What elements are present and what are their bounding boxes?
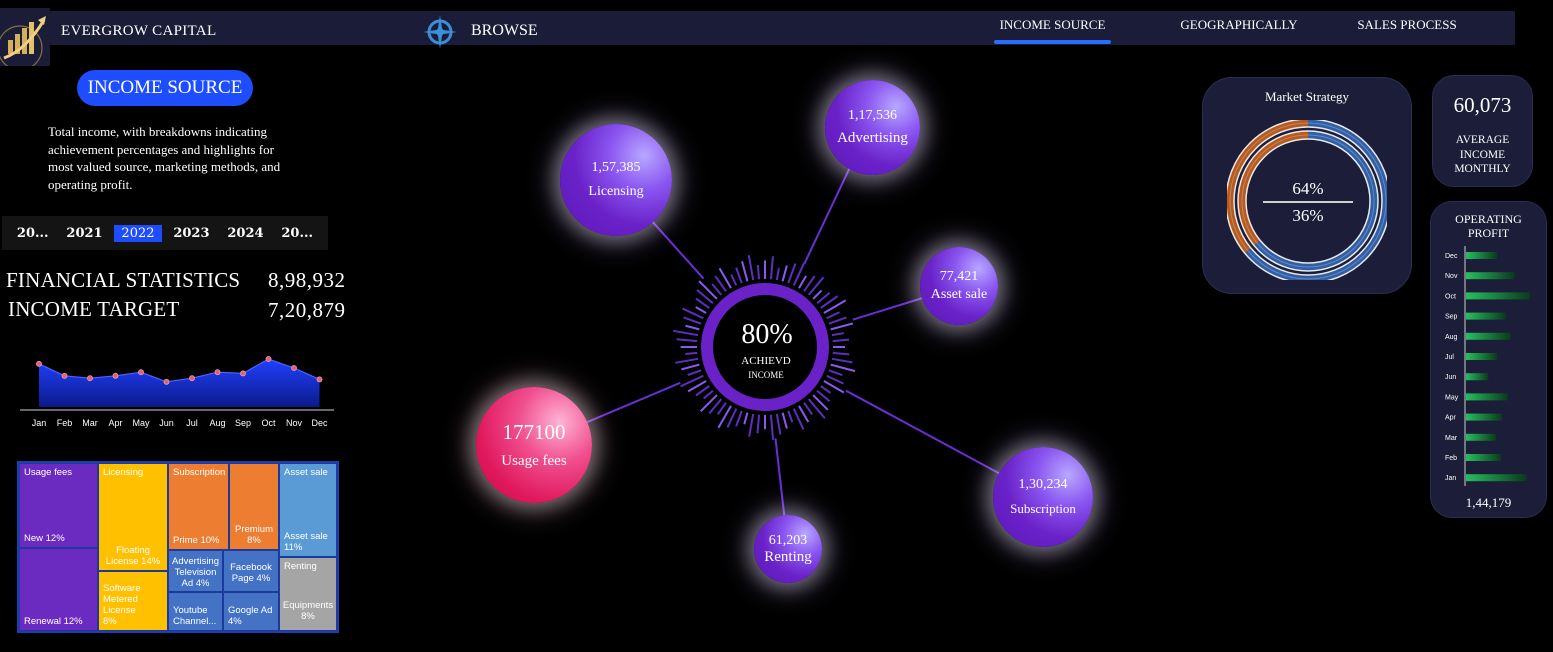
op-tick-label: Jul: [1445, 354, 1454, 361]
market-strategy-title: Market Strategy: [1264, 89, 1350, 104]
hub-percent: 80%: [741, 319, 792, 350]
hub-label-achieved: ACHIEVD: [741, 355, 791, 367]
donut-label-secondary: 36%: [1292, 206, 1323, 225]
bubble-label: Advertising: [837, 130, 908, 146]
bubble-value: 177100: [502, 420, 566, 444]
bubble-value: 1,30,234: [1018, 477, 1068, 492]
donut-label-primary: 64%: [1292, 179, 1323, 198]
op-bar: [1466, 433, 1497, 441]
bubble-licensing[interactable]: 1,57,385 Licensing: [560, 124, 672, 236]
bubble-value: 61,203: [768, 532, 808, 548]
op-tick-label: Dec: [1445, 253, 1458, 260]
average-income-value: 60,073: [1453, 93, 1512, 117]
bubble-label: Asset sale: [930, 287, 988, 302]
bubble-label: Subscription: [1010, 501, 1076, 516]
op-bar: [1466, 353, 1498, 360]
op-bar: [1466, 474, 1527, 482]
op-bar: [1466, 413, 1502, 421]
bubble-asset-sale[interactable]: 77,421 Asset sale: [920, 247, 998, 325]
op-bar: [1466, 393, 1508, 401]
op-bar: [1466, 373, 1489, 381]
op-tick-label: Nov: [1445, 273, 1458, 280]
op-bar: [1466, 272, 1515, 280]
op-tick-label: Aug: [1445, 334, 1458, 341]
bubble-value: 77,421: [939, 269, 979, 284]
op-tick-label: Apr: [1445, 415, 1457, 422]
market-strategy-donut: 64% 36%: [1227, 120, 1387, 280]
op-tick-label: Jan: [1445, 475, 1456, 482]
operating-profit-bar-chart: Dec Nov Oct Sep Aug Jul Jun May Apr Mar Feb Jan: [1445, 246, 1531, 486]
bubble-usage-fees[interactable]: 177100 Usage fees: [476, 387, 592, 503]
op-tick-label: Sep: [1445, 314, 1458, 321]
bubble-advertising[interactable]: 1,17,536 Advertising: [825, 80, 920, 175]
bubble-label: Renting: [764, 548, 812, 565]
bubble-subscription[interactable]: 1,30,234 Subscription: [993, 447, 1093, 547]
operating-profit-card: OPERATING PROFIT Dec Nov Oct Sep Aug Jul Jun Ma…: [1430, 201, 1547, 518]
market-strategy-card: Market Strategy 64% 36%: [1202, 77, 1412, 294]
average-income-label: AVERAGE INCOME MONTHLY: [1454, 134, 1511, 175]
bubble-label: Licensing: [588, 184, 644, 199]
op-tick-label: Feb: [1445, 455, 1457, 462]
operating-profit-total: 1,44,179: [1465, 495, 1512, 510]
average-income-card: 60,073 AVERAGE INCOME MONTHLY: [1432, 75, 1533, 187]
op-bar: [1466, 454, 1501, 461]
op-bar: [1466, 332, 1511, 340]
hub-label-income: INCOME: [748, 370, 784, 380]
bubble-renting[interactable]: 61,203 Renting: [754, 515, 822, 583]
op-bar: [1466, 292, 1531, 300]
bubble-value: 1,17,536: [848, 108, 897, 123]
op-tick-label: Mar: [1445, 435, 1458, 442]
op-bar: [1466, 252, 1498, 259]
op-tick-label: Oct: [1445, 293, 1456, 300]
op-tick-label: Jun: [1445, 374, 1456, 381]
operating-profit-title: OPERATING PROFIT: [1455, 212, 1522, 240]
op-tick-label: May: [1445, 394, 1459, 401]
achieved-income-hub: 80% ACHIEVD INCOME: [673, 255, 857, 440]
bubble-value: 1,57,385: [591, 160, 641, 175]
bubble-label: Usage fees: [501, 453, 567, 469]
op-bar: [1466, 312, 1506, 320]
